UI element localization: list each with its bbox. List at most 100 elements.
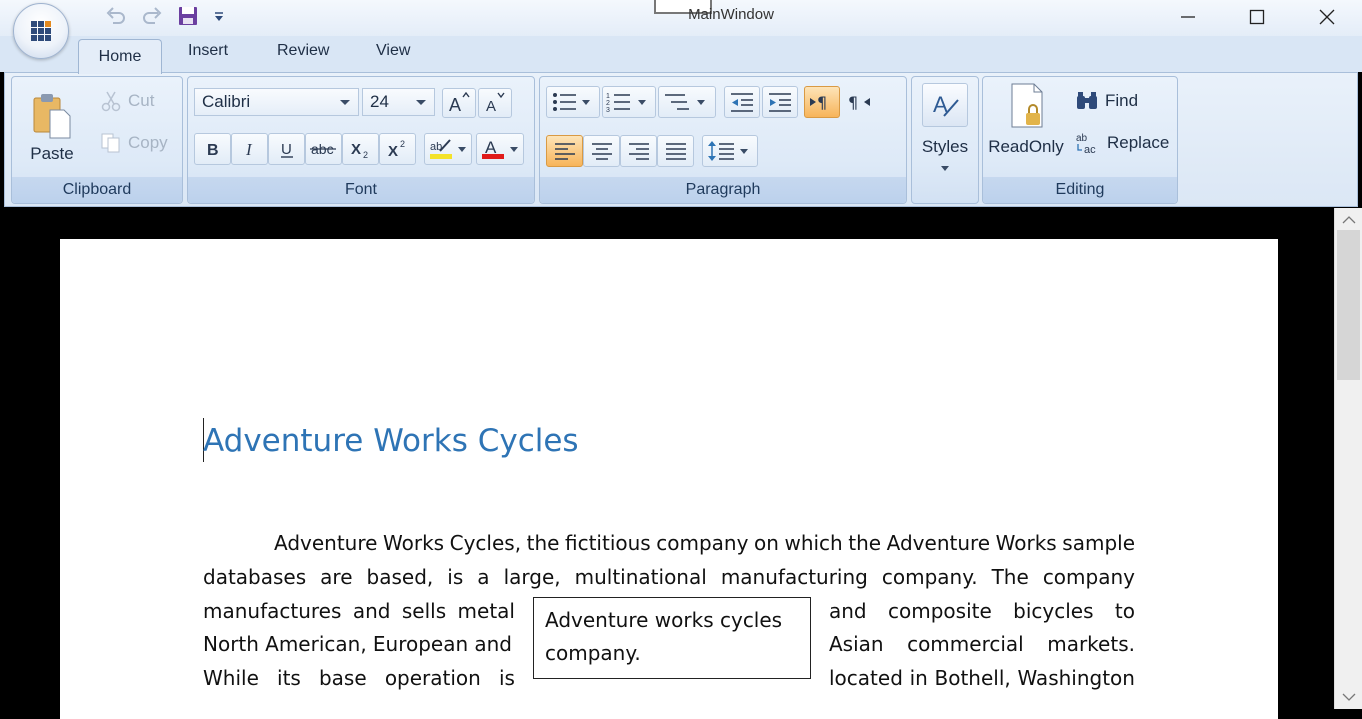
font-size-combo[interactable]: 24 [362, 88, 435, 116]
underline-icon: U [280, 141, 293, 158]
minimize-icon [1181, 16, 1195, 18]
subscript-button[interactable]: X2 [342, 133, 379, 165]
highlight-color-button[interactable]: ab [424, 133, 472, 165]
align-center-button[interactable] [583, 135, 620, 167]
ribbon: Paste Cut Copy Clipboard Calibri 24 A A … [4, 72, 1358, 207]
right-to-left-button[interactable]: ¶ [842, 86, 878, 118]
paragraph-line-4-left[interactable]: North American, European and [203, 632, 512, 656]
font-size-value: 24 [370, 92, 389, 111]
word: Washington [1017, 666, 1135, 690]
scroll-up-icon[interactable] [1335, 210, 1362, 230]
document-heading[interactable]: Adventure Works Cycles [203, 423, 579, 459]
tab-view[interactable]: View [376, 42, 410, 60]
strikethrough-button[interactable]: abc [305, 133, 342, 165]
font-group: Calibri 24 A A B I U abc X2 X2 ab A Font [187, 76, 535, 204]
underline-button[interactable]: U [268, 133, 305, 165]
word: markets. [1047, 632, 1135, 656]
maximize-icon [1249, 9, 1265, 25]
multilevel-list-button[interactable] [658, 86, 716, 118]
line-spacing-icon [708, 141, 748, 161]
readonly-label: ReadOnly [988, 137, 1064, 156]
tab-review[interactable]: Review [277, 42, 329, 60]
word: sample [1062, 531, 1135, 555]
close-button[interactable] [1292, 0, 1362, 34]
tab-home[interactable]: Home [78, 39, 162, 74]
scrollbar-thumb[interactable] [1337, 230, 1360, 380]
paragraph-line-4-right[interactable]: Asian commercial markets. [829, 632, 1135, 656]
word: is [447, 565, 464, 589]
word: European [372, 632, 469, 656]
replace-icon: abac [1076, 133, 1096, 155]
word: Adventure [274, 531, 378, 555]
paragraph-line-5-left[interactable]: While its base operation is [203, 666, 515, 690]
svg-text:¶: ¶ [817, 93, 827, 112]
bullet-list-icon [553, 93, 590, 111]
readonly-button[interactable]: ReadOnly [987, 81, 1065, 167]
scroll-down-icon[interactable] [1335, 687, 1362, 707]
copy-icon [101, 133, 120, 153]
word: the [848, 531, 882, 555]
word: databases [203, 565, 307, 589]
grow-font-icon: A [449, 92, 470, 114]
floating-text-box[interactable]: Adventure works cycles company. [533, 597, 811, 679]
paragraph-line-1[interactable]: Adventure Works Cycles, the fictitious compan… [274, 531, 1135, 555]
shrink-font-button[interactable]: A [478, 88, 512, 118]
bullets-button[interactable] [546, 86, 600, 118]
word: company [656, 531, 749, 555]
paragraph-line-3-right[interactable]: and composite bicycles to [829, 599, 1135, 623]
styles-button[interactable]: A Styles [914, 83, 976, 193]
styles-label: Styles [921, 137, 969, 156]
styles-icon-box: A [922, 83, 968, 127]
rtl-paragraph-icon: ¶ [848, 93, 870, 112]
svg-text:2: 2 [363, 150, 368, 159]
numbering-button[interactable]: 123 [602, 86, 656, 118]
italic-icon: I [245, 140, 253, 159]
paste-button[interactable]: Paste [22, 87, 82, 169]
increase-indent-button[interactable] [762, 86, 798, 118]
svg-text:1: 1 [606, 93, 610, 100]
align-right-button[interactable] [620, 135, 657, 167]
minimize-button[interactable] [1153, 0, 1223, 34]
strikethrough-icon: abc [309, 141, 336, 157]
font-color-button[interactable]: A [476, 133, 524, 165]
justify-button[interactable] [657, 135, 694, 167]
editing-group: ReadOnly Find ab ac Replace Editing [982, 76, 1178, 204]
chevron-down-icon [941, 166, 949, 171]
italic-button[interactable]: I [231, 133, 268, 165]
application-menu-button[interactable] [13, 3, 69, 59]
word: Adventure [886, 531, 991, 555]
subscript-icon: X2 [351, 141, 368, 159]
word: North [203, 632, 259, 656]
word: which [784, 531, 843, 555]
tab-insert[interactable]: Insert [188, 42, 228, 60]
paragraph-group-label: Paragraph [540, 177, 906, 203]
word: Bothell, [934, 666, 1011, 690]
paragraph-line-2[interactable]: databases are based, is a large, multinational… [203, 565, 1135, 589]
cut-button[interactable]: Cut [100, 87, 154, 115]
find-button[interactable]: Find [1075, 87, 1138, 115]
maximize-button[interactable] [1222, 0, 1292, 34]
svg-text:2: 2 [606, 100, 610, 107]
grow-font-button[interactable]: A [442, 88, 476, 118]
svg-text:3: 3 [606, 107, 610, 114]
paragraph-line-5-right[interactable]: located in Bothell, Washington [829, 666, 1135, 690]
decrease-indent-icon [731, 93, 753, 112]
styles-group: A Styles [911, 76, 979, 204]
decrease-indent-button[interactable] [724, 86, 760, 118]
left-to-right-button[interactable]: ¶ [804, 86, 840, 118]
svg-text:X: X [388, 143, 398, 159]
styles-icon: A [933, 92, 959, 117]
word: to [1114, 599, 1135, 623]
superscript-button[interactable]: X2 [379, 133, 416, 165]
font-family-combo[interactable]: Calibri [194, 88, 359, 116]
chevron-down-icon [340, 100, 350, 105]
line-spacing-button[interactable] [702, 135, 758, 167]
font-color-icon: A [482, 138, 518, 159]
paragraph-line-3-left[interactable]: manufactures and sells metal [203, 599, 515, 623]
binoculars-icon [1077, 92, 1097, 109]
bold-button[interactable]: B [194, 133, 231, 165]
copy-button[interactable]: Copy [100, 129, 168, 157]
align-left-button[interactable] [546, 135, 583, 167]
replace-button[interactable]: ab ac Replace [1075, 129, 1169, 157]
vertical-scrollbar[interactable] [1334, 208, 1362, 709]
